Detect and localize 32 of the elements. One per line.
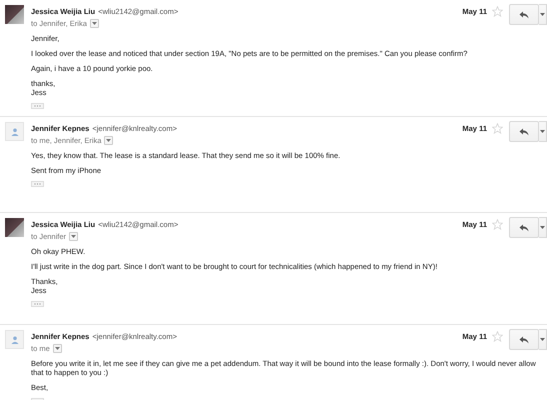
details-dropdown-button[interactable] xyxy=(52,344,62,353)
caret-icon xyxy=(54,347,60,350)
reply-button[interactable] xyxy=(509,4,539,25)
details-dropdown-button[interactable] xyxy=(69,232,78,241)
details-dropdown-button[interactable] xyxy=(90,19,99,28)
caret-icon xyxy=(540,226,545,229)
more-options-button[interactable] xyxy=(539,329,547,350)
caret-icon xyxy=(71,235,76,238)
star-icon[interactable] xyxy=(492,331,503,342)
reply-icon xyxy=(519,10,529,18)
reply-icon xyxy=(519,128,529,136)
photo-placeholder xyxy=(5,5,24,24)
photo-placeholder xyxy=(5,218,24,237)
reply-icon xyxy=(519,224,529,232)
caret-icon xyxy=(540,130,545,133)
reply-button[interactable] xyxy=(509,329,539,350)
caret-icon xyxy=(540,13,545,16)
caret-icon xyxy=(540,338,545,341)
caret-icon xyxy=(106,139,112,142)
more-options-button[interactable] xyxy=(539,217,547,238)
avatar-silhouette-icon xyxy=(5,122,24,141)
details-dropdown-button[interactable] xyxy=(104,136,114,145)
star-icon[interactable] xyxy=(492,6,503,17)
more-options-button[interactable] xyxy=(539,121,547,142)
star-icon[interactable] xyxy=(492,123,503,134)
caret-icon xyxy=(92,22,97,25)
reply-button[interactable] xyxy=(509,217,539,238)
star-icon[interactable] xyxy=(492,219,503,230)
avatar-silhouette-icon xyxy=(5,330,24,349)
more-options-button[interactable] xyxy=(539,4,547,25)
reply-icon xyxy=(519,336,529,344)
reply-button[interactable] xyxy=(509,121,539,142)
